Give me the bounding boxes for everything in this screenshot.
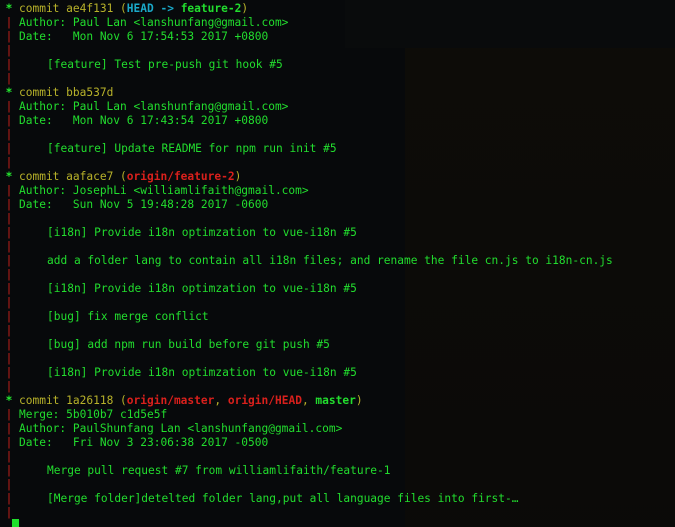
- graph-edge: |: [5, 58, 13, 71]
- graph-edge: |: [5, 436, 13, 449]
- ref-name[interactable]: HEAD ->: [127, 2, 181, 15]
- commit-message: [bug] fix merge conflict: [47, 310, 209, 323]
- commit-message: [feature] Test pre-push git hook #5: [47, 58, 283, 71]
- graph-edge: |: [5, 492, 13, 505]
- commit-header: commit bba537d: [19, 86, 113, 100]
- ref-separator: ,: [214, 394, 228, 407]
- graph-node-icon: *: [5, 394, 13, 407]
- commit-label: commit: [19, 2, 67, 15]
- graph-edge: |: [5, 352, 13, 365]
- commit-author: Author: PaulShunfang Lan <lanshunfang@gm…: [19, 422, 343, 435]
- ref-paren-open: (: [113, 170, 127, 183]
- graph-edge: |: [5, 142, 13, 155]
- ref-name[interactable]: master: [315, 394, 355, 407]
- ref-paren-close: ): [241, 2, 249, 15]
- commit-message: Merge pull request #7 from williamlifait…: [47, 464, 391, 477]
- commit-author: Author: Paul Lan <lanshunfang@gmail.com>: [19, 16, 289, 29]
- commit-label: commit: [19, 86, 67, 99]
- ref-paren-open: (: [113, 394, 127, 407]
- graph-node-icon: *: [5, 2, 13, 15]
- graph-edge: |: [5, 268, 13, 281]
- graph-edge: |: [5, 310, 13, 323]
- graph-edge: |: [5, 184, 13, 197]
- graph-edge: |: [5, 450, 13, 463]
- commit-date: Date: Mon Nov 6 17:43:54 2017 +0800: [19, 114, 269, 127]
- commit-message: [i18n] Provide i18n optimzation to vue-i…: [47, 282, 357, 295]
- commit-message: [Merge folder]detelted folder lang,put a…: [47, 492, 519, 505]
- graph-edge: |: [5, 380, 13, 393]
- ref-name[interactable]: origin/master: [127, 394, 215, 407]
- ref-paren-open: (: [113, 2, 127, 15]
- commit-header: commit aaface7 (origin/feature-2): [19, 170, 241, 184]
- terminal-cursor: [12, 519, 19, 527]
- commit-hash[interactable]: aaface7: [66, 170, 113, 183]
- merge-parents: Merge: 5b010b7 c1d5e5f: [19, 408, 168, 421]
- graph-edge: |: [5, 72, 13, 85]
- commit-hash[interactable]: 1a26118: [66, 394, 113, 407]
- commit-date: Date: Sun Nov 5 19:48:28 2017 -0600: [19, 198, 269, 211]
- graph-edge: |: [5, 422, 13, 435]
- graph-edge: |: [5, 506, 13, 519]
- ref-name[interactable]: feature-2: [181, 2, 242, 15]
- background-window: [345, 0, 675, 48]
- graph-edge: |: [5, 16, 13, 29]
- graph-edge: |: [5, 282, 13, 295]
- graph-edge: |: [5, 338, 13, 351]
- commit-message: [i18n] Provide i18n optimzation to vue-i…: [47, 366, 357, 379]
- graph-node-icon: *: [5, 86, 13, 99]
- graph-edge: |: [5, 30, 13, 43]
- commit-header: commit 1a26118 (origin/master, origin/HE…: [19, 394, 363, 408]
- graph-edge: |: [5, 324, 13, 337]
- graph-edge: |: [5, 226, 13, 239]
- commit-hash[interactable]: ae4f131: [66, 2, 113, 15]
- graph-edge: |: [5, 464, 13, 477]
- commit-author: Author: JosephLi <williamlifaith@gmail.c…: [19, 184, 309, 197]
- graph-edge: |: [5, 198, 13, 211]
- commit-label: commit: [19, 170, 67, 183]
- graph-edge: |: [5, 408, 13, 421]
- graph-edge: |: [5, 114, 13, 127]
- graph-edge: |: [5, 212, 13, 225]
- commit-header: commit ae4f131 (HEAD -> feature-2): [19, 2, 248, 16]
- graph-node-icon: *: [5, 170, 13, 183]
- commit-message: [feature] Update README for npm run init…: [47, 142, 337, 155]
- graph-edge: |: [5, 366, 13, 379]
- commit-author: Author: Paul Lan <lanshunfang@gmail.com>: [19, 100, 289, 113]
- ref-name[interactable]: origin/feature-2: [127, 170, 235, 183]
- graph-edge: |: [5, 478, 13, 491]
- commit-hash[interactable]: bba537d: [66, 86, 113, 99]
- graph-edge: |: [5, 156, 13, 169]
- graph-edge: |: [5, 240, 13, 253]
- commit-date: Date: Mon Nov 6 17:54:53 2017 +0800: [19, 30, 269, 43]
- ref-separator: ,: [301, 394, 316, 407]
- commit-message: add a folder lang to contain all i18n fi…: [47, 254, 613, 267]
- ref-paren-close: ): [234, 170, 242, 183]
- commit-message: [i18n] Provide i18n optimzation to vue-i…: [47, 226, 357, 239]
- graph-edge: |: [5, 100, 13, 113]
- background-window-panel: [405, 48, 675, 527]
- ref-name[interactable]: origin/HEAD: [228, 394, 302, 407]
- commit-label: commit: [19, 394, 67, 407]
- graph-edge: |: [5, 44, 13, 57]
- commit-date: Date: Fri Nov 3 23:06:38 2017 -0500: [19, 436, 269, 449]
- graph-edge: |: [5, 296, 13, 309]
- graph-edge: |: [5, 128, 13, 141]
- commit-message: [bug] add npm run build before git push …: [47, 338, 330, 351]
- ref-paren-close: ): [355, 394, 363, 407]
- graph-edge: |: [5, 254, 13, 267]
